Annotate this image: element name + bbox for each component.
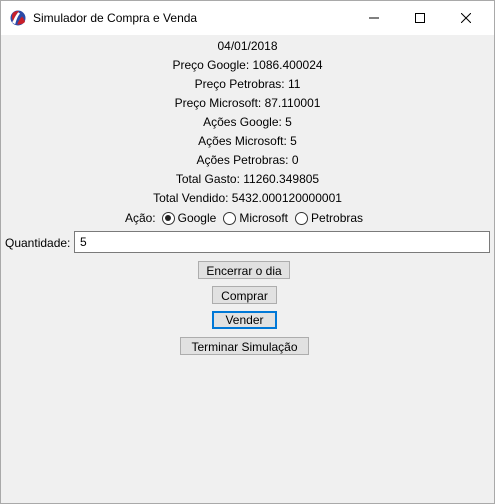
radio-button-checked[interactable] <box>161 211 175 225</box>
stock-radio-group: Ação: Google Microsoft Petrobras <box>1 209 494 227</box>
shares-petrobras: Ações Petrobras: 0 <box>196 153 299 167</box>
radio-petrobras-label: Petrobras <box>311 211 364 225</box>
sell-button[interactable]: Vender <box>212 311 277 329</box>
close-icon <box>461 13 471 23</box>
maximize-button[interactable] <box>397 1 443 35</box>
buy-button[interactable]: Comprar <box>212 286 277 304</box>
shares-microsoft: Ações Microsoft: 5 <box>198 134 297 148</box>
radio-button[interactable] <box>295 211 309 225</box>
end-day-button[interactable]: Encerrar o dia <box>198 261 290 279</box>
close-button[interactable] <box>443 1 489 35</box>
total-sold: Total Vendido: 5432.000120000001 <box>153 191 342 205</box>
app-window: Simulador de Compra e Venda 04/01/2018 P… <box>0 0 495 504</box>
stock-radio-label: Ação: <box>124 211 156 225</box>
radio-button[interactable] <box>223 211 237 225</box>
radio-google[interactable]: Google <box>161 211 217 225</box>
radio-microsoft[interactable]: Microsoft <box>223 211 288 225</box>
maximize-icon <box>415 13 425 23</box>
racket-logo-icon <box>10 10 26 26</box>
window-title: Simulador de Compra e Venda <box>33 11 198 25</box>
shares-google: Ações Google: 5 <box>203 115 292 129</box>
quantity-label: Quantidade: <box>5 236 71 250</box>
title-bar[interactable]: Simulador de Compra e Venda <box>1 1 494 35</box>
end-simulation-button[interactable]: Terminar Simulação <box>180 337 309 355</box>
price-petrobras: Preço Petrobras: 11 <box>194 77 301 91</box>
radio-petrobras[interactable]: Petrobras <box>295 211 363 225</box>
radio-microsoft-label: Microsoft <box>239 211 289 225</box>
minimize-icon <box>369 17 379 19</box>
price-microsoft: Preço Microsoft: 87.110001 <box>174 96 321 110</box>
price-google: Preço Google: 1086.400024 <box>172 58 323 72</box>
total-spent: Total Gasto: 11260.349805 <box>175 172 320 186</box>
main-panel: 04/01/2018 Preço Google: 1086.400024 Pre… <box>1 35 494 503</box>
current-date: 04/01/2018 <box>217 39 278 53</box>
minimize-button[interactable] <box>351 1 397 35</box>
quantity-input[interactable]: 5 <box>74 231 490 253</box>
radio-google-label: Google <box>177 211 217 225</box>
